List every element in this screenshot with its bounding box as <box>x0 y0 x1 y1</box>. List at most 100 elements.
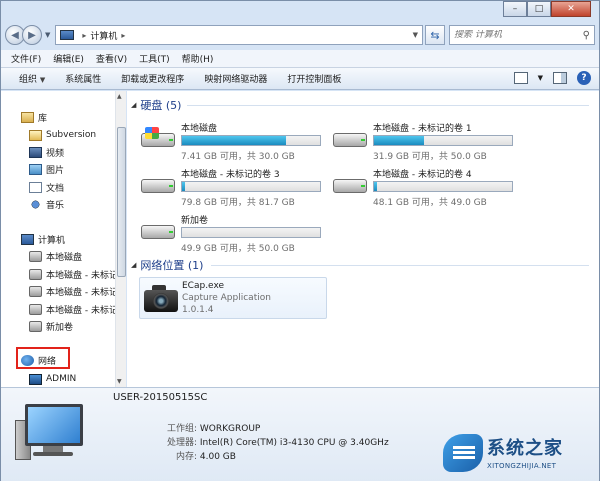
nav-item-drive[interactable]: 本地磁盘 - 未标记 <box>29 283 115 299</box>
address-bar[interactable]: ▸ 计算机 ▸ ▼ <box>55 25 423 45</box>
drive-free-space: 31.9 GB 可用，共 50.0 GB <box>373 152 487 162</box>
caption-buttons: – □ ✕ <box>503 1 591 17</box>
chevron-right-icon[interactable]: ▸ <box>82 31 86 40</box>
drive-icon <box>141 173 177 193</box>
help-icon[interactable]: ? <box>577 71 591 85</box>
collapse-icon[interactable]: ◢ <box>131 261 136 269</box>
drive-usage-fill <box>182 182 185 191</box>
search-box[interactable]: ⚲ <box>449 25 595 45</box>
drive-item[interactable]: 本地磁盘 - 未标记的卷 3 79.8 GB 可用，共 81.7 GB <box>141 167 331 208</box>
view-dropdown-icon[interactable]: ▼ <box>538 74 543 82</box>
forward-button[interactable]: ▶ <box>22 25 42 45</box>
nav-item-video[interactable]: 视频 <box>29 144 64 160</box>
preview-pane-icon[interactable] <box>553 72 567 84</box>
drive-item[interactable]: 本地磁盘 7.41 GB 可用，共 30.0 GB <box>141 121 331 162</box>
nav-label: 本地磁盘 - 未标记 <box>46 305 115 316</box>
workgroup-label: 工作组: <box>166 424 197 434</box>
menu-help[interactable]: 帮助(H) <box>182 52 214 65</box>
folder-icon <box>29 129 42 141</box>
organize-button[interactable]: 组织 ▼ <box>19 72 45 85</box>
maximize-button[interactable]: □ <box>527 1 551 17</box>
nav-scrollbar[interactable]: ▲ ▼ <box>115 91 126 387</box>
memory-label: 内存: <box>175 452 197 462</box>
cpu-row: 处理器: Intel(R) Core(TM) i3-4130 CPU @ 3.4… <box>165 435 389 448</box>
drive-item[interactable]: 新加卷 49.9 GB 可用，共 50.0 GB <box>141 213 331 254</box>
nav-label: 本地磁盘 <box>46 252 83 263</box>
group-divider <box>211 265 589 266</box>
music-icon <box>29 198 42 210</box>
change-view-icon[interactable] <box>513 72 528 84</box>
address-dropdown-icon[interactable]: ▼ <box>413 31 418 39</box>
nav-label: 文档 <box>46 183 65 194</box>
nav-item-drive[interactable]: 本地磁盘 <box>29 248 82 264</box>
system-drive-icon <box>141 127 177 147</box>
nav-item-drive[interactable]: 本地磁盘 - 未标记 <box>29 301 115 317</box>
memory-row: 内存: 4.00 GB <box>165 449 236 462</box>
nav-item-pictures[interactable]: 图片 <box>29 161 64 177</box>
watermark-url: XITONGZHIJIA.NET <box>487 462 557 470</box>
address-row: ◀ ▶ ▼ ▸ 计算机 ▸ ▼ ⇆ ⚲ <box>5 23 595 47</box>
nav-item-computer[interactable]: 计算机 <box>21 231 65 247</box>
collapse-icon[interactable]: ◢ <box>131 101 136 109</box>
drive-name: 新加卷 <box>181 216 209 226</box>
cpu-label: 处理器: <box>166 438 197 448</box>
nav-item-admin[interactable]: ADMIN <box>29 371 76 387</box>
scroll-up-icon[interactable]: ▲ <box>117 93 122 100</box>
drive-item[interactable]: 本地磁盘 - 未标记的卷 4 48.1 GB 可用，共 49.0 GB <box>333 167 523 208</box>
refresh-button[interactable]: ⇆ <box>425 25 445 45</box>
drive-icon <box>29 320 42 332</box>
search-icon: ⚲ <box>582 29 590 41</box>
network-location-item[interactable]: ECap.exe Capture Application 1.0.1.4 <box>139 277 327 319</box>
library-icon <box>21 111 34 123</box>
drive-icon <box>29 268 42 280</box>
group-header-hard-disks[interactable]: ◢ 硬盘 (5) <box>131 97 181 113</box>
drive-usage-bar <box>373 181 513 192</box>
system-properties-button[interactable]: 系统属性 <box>65 72 101 85</box>
menu-view[interactable]: 查看(V) <box>96 52 127 65</box>
nav-label: 本地磁盘 - 未标记 <box>46 270 115 281</box>
close-button[interactable]: ✕ <box>551 1 591 17</box>
menu-bar: 文件(F) 编辑(E) 查看(V) 工具(T) 帮助(H) <box>1 50 599 68</box>
network-item-version: 1.0.1.4 <box>182 305 214 315</box>
scroll-down-icon[interactable]: ▼ <box>117 378 122 385</box>
computer-icon <box>21 233 34 245</box>
network-item-description: Capture Application <box>182 293 271 303</box>
menu-tools[interactable]: 工具(T) <box>139 52 170 65</box>
nav-item-drive[interactable]: 本地磁盘 - 未标记 <box>29 266 115 282</box>
minimize-button[interactable]: – <box>503 1 527 17</box>
group-title: 网络位置 (1) <box>140 259 204 272</box>
recent-pages-icon[interactable]: ▼ <box>45 31 50 39</box>
drive-icon <box>333 173 369 193</box>
nav-label: ADMIN <box>46 374 77 384</box>
nav-label: 本地磁盘 - 未标记 <box>46 287 115 298</box>
drive-name: 本地磁盘 - 未标记的卷 4 <box>373 170 472 180</box>
nav-item-documents[interactable]: 文档 <box>29 179 64 195</box>
control-panel-button[interactable]: 打开控制面板 <box>287 72 341 85</box>
explorer-window: – □ ✕ ◀ ▶ ▼ ▸ 计算机 ▸ ▼ ⇆ ⚲ 文件(F) 编辑(E) 查看… <box>0 0 600 481</box>
drive-usage-fill <box>374 136 424 145</box>
drive-icon <box>29 303 42 315</box>
nav-item-subversion[interactable]: Subversion <box>29 127 96 143</box>
drive-name: 本地磁盘 - 未标记的卷 1 <box>373 124 472 134</box>
nav-item-library[interactable]: 库 <box>21 109 47 125</box>
chevron-right-icon[interactable]: ▸ <box>121 31 125 40</box>
nav-item-drive[interactable]: 新加卷 <box>29 318 73 334</box>
map-drive-button[interactable]: 映射网络驱动器 <box>204 72 267 85</box>
scrollbar-thumb[interactable] <box>117 127 126 277</box>
document-icon <box>29 181 42 193</box>
cpu-value: Intel(R) Core(TM) i3-4130 CPU @ 3.40GHz <box>199 438 389 448</box>
menu-file[interactable]: 文件(F) <box>11 52 41 65</box>
nav-item-music[interactable]: 音乐 <box>29 196 64 212</box>
drive-item[interactable]: 本地磁盘 - 未标记的卷 1 31.9 GB 可用，共 50.0 GB <box>333 121 523 162</box>
search-input[interactable] <box>454 30 574 40</box>
address-segment-computer[interactable]: 计算机 <box>90 29 117 42</box>
nav-label: 视频 <box>46 148 65 159</box>
drive-free-space: 48.1 GB 可用，共 49.0 GB <box>373 198 487 208</box>
nav-label: Subversion <box>46 130 97 140</box>
workgroup-value: WORKGROUP <box>199 424 261 434</box>
group-header-network-locations[interactable]: ◢ 网络位置 (1) <box>131 257 203 273</box>
uninstall-button[interactable]: 卸载或更改程序 <box>121 72 184 85</box>
menu-edit[interactable]: 编辑(E) <box>53 52 84 65</box>
content-pane: ◢ 硬盘 (5) 本地磁盘 7.41 GB 可用，共 30.0 GB 本地磁盘 … <box>127 91 599 387</box>
pictures-icon <box>29 163 42 175</box>
